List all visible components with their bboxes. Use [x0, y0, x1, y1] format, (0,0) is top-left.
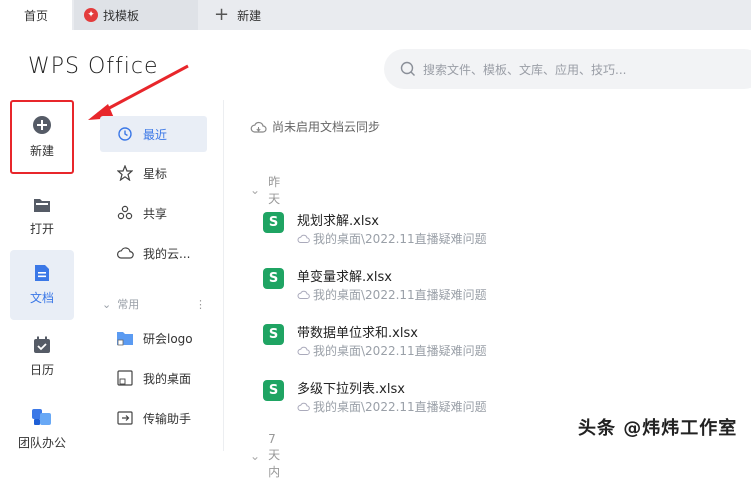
cloud-status-icon	[297, 290, 310, 299]
tab-home[interactable]: 首页	[0, 0, 72, 30]
file-path-label: 我的桌面\2022.11直播疑难问题	[313, 344, 487, 358]
star-icon	[117, 165, 133, 181]
tab-bar: 首页 ✦ 找模板 + 新建	[0, 0, 751, 30]
tab-new-label: 新建	[237, 8, 262, 23]
calendar-icon	[34, 336, 50, 353]
nav-calendar-button[interactable]: 日历	[10, 320, 74, 394]
spreadsheet-file-icon: S	[263, 380, 284, 401]
sync-notice-label: 尚未启用文档云同步	[272, 120, 381, 134]
chevron-down-icon: ⌄	[102, 297, 112, 311]
nav-docs-label: 文档	[29, 291, 54, 305]
divider	[223, 100, 224, 451]
folder-icon	[34, 199, 50, 212]
nav-team-button[interactable]: 团队办公	[10, 392, 74, 466]
subnav-starred-label: 星标	[143, 166, 168, 181]
file-row[interactable]: S 多级下拉列表.xlsx 我的桌面\2022.11直播疑难问题	[263, 378, 623, 418]
group-7days-label: 7天内	[268, 432, 281, 479]
file-path-label: 我的桌面\2022.11直播疑难问题	[313, 400, 487, 414]
plus-icon: +	[214, 4, 230, 25]
desktop-icon	[117, 370, 133, 386]
subnav-transfer-assistant[interactable]: 传输助手	[100, 400, 207, 436]
common-header-label: 常用	[117, 298, 140, 311]
file-path: 我的桌面\2022.11直播疑难问题	[297, 342, 487, 359]
annotation-arrow-icon	[88, 64, 189, 120]
nav-team-label: 团队办公	[17, 436, 66, 450]
search-icon	[400, 61, 415, 76]
search-box[interactable]: 搜索文件、模板、文库、应用、技巧...	[384, 49, 751, 89]
chevron-down-icon: ⌄	[250, 449, 261, 463]
nav-new-button[interactable]: 新建	[10, 100, 74, 174]
subnav-recent-label: 最近	[143, 127, 168, 142]
file-name: 多级下拉列表.xlsx	[297, 382, 405, 397]
file-path: 我的桌面\2022.11直播疑难问题	[297, 286, 487, 303]
spreadsheet-file-icon: S	[263, 324, 284, 345]
subnav-transfer-label: 传输助手	[143, 411, 192, 426]
file-name: 带数据单位求和.xlsx	[297, 326, 418, 341]
cloud-status-icon	[297, 402, 310, 411]
spreadsheet-file-icon: S	[263, 268, 284, 289]
file-path: 我的桌面\2022.11直播疑难问题	[297, 398, 487, 415]
nav-open-label: 打开	[29, 222, 54, 236]
team-icon	[32, 409, 51, 425]
cloud-sync-icon	[250, 121, 267, 133]
group-yesterday-label: 昨天	[268, 175, 281, 206]
folder-shortcut-icon	[117, 332, 133, 346]
spreadsheet-file-icon: S	[263, 212, 284, 233]
tab-templates[interactable]: ✦ 找模板	[74, 0, 198, 30]
file-path-label: 我的桌面\2022.11直播疑难问题	[313, 288, 487, 302]
subnav-folder-yanhui-logo[interactable]: 研会logo	[100, 320, 207, 356]
nav-open-button[interactable]: 打开	[10, 180, 74, 254]
transfer-icon	[117, 411, 133, 425]
tab-new[interactable]: + 新建	[214, 0, 314, 30]
subnav-desktop-label: 我的桌面	[143, 371, 192, 386]
template-logo-icon: ✦	[84, 8, 98, 22]
subnav-shared-label: 共享	[143, 206, 168, 221]
search-placeholder: 搜索文件、模板、文库、应用、技巧...	[423, 62, 627, 77]
common-section-header[interactable]: ⌄ 常用 ⋮	[102, 296, 206, 312]
share-icon	[117, 205, 133, 220]
group-header-yesterday[interactable]: ⌄ 昨天	[250, 173, 280, 207]
subnav-shared[interactable]: 共享	[100, 195, 207, 231]
file-name: 规划求解.xlsx	[297, 214, 379, 229]
add-circle-icon	[33, 116, 51, 134]
subnav-my-cloud-label: 我的云...	[143, 246, 191, 261]
nav-docs-button[interactable]: 文档	[10, 250, 74, 320]
clock-icon	[118, 127, 132, 141]
file-row[interactable]: S 单变量求解.xlsx 我的桌面\2022.11直播疑难问题	[263, 266, 623, 306]
cloud-sync-notice[interactable]: 尚未启用文档云同步	[250, 118, 450, 135]
subnav-folder-label: 研会logo	[143, 331, 193, 346]
cloud-status-icon	[297, 346, 310, 355]
cloud-status-icon	[297, 234, 310, 243]
tab-templates-label: 找模板	[103, 8, 140, 23]
cloud-icon	[117, 247, 134, 259]
chevron-down-icon: ⌄	[250, 183, 261, 197]
file-path-label: 我的桌面\2022.11直播疑难问题	[313, 232, 487, 246]
nav-new-label: 新建	[29, 144, 54, 158]
nav-calendar-label: 日历	[29, 363, 54, 377]
subnav-recent[interactable]: 最近	[100, 116, 207, 152]
file-path: 我的桌面\2022.11直播疑难问题	[297, 230, 487, 247]
more-icon[interactable]: ⋮	[195, 298, 206, 311]
subnav-my-cloud[interactable]: 我的云...	[100, 235, 207, 271]
file-row[interactable]: S 带数据单位求和.xlsx 我的桌面\2022.11直播疑难问题	[263, 322, 623, 362]
document-icon	[35, 265, 49, 281]
file-row[interactable]: S 规划求解.xlsx 我的桌面\2022.11直播疑难问题	[263, 210, 623, 250]
subnav-starred[interactable]: 星标	[100, 155, 207, 191]
tab-home-label: 首页	[23, 8, 48, 23]
group-header-7days[interactable]: ⌄ 7天内	[250, 432, 280, 480]
watermark: 头条 @炜炜工作室	[578, 418, 738, 439]
subnav-desktop[interactable]: 我的桌面	[100, 360, 207, 396]
file-name: 单变量求解.xlsx	[297, 270, 392, 285]
